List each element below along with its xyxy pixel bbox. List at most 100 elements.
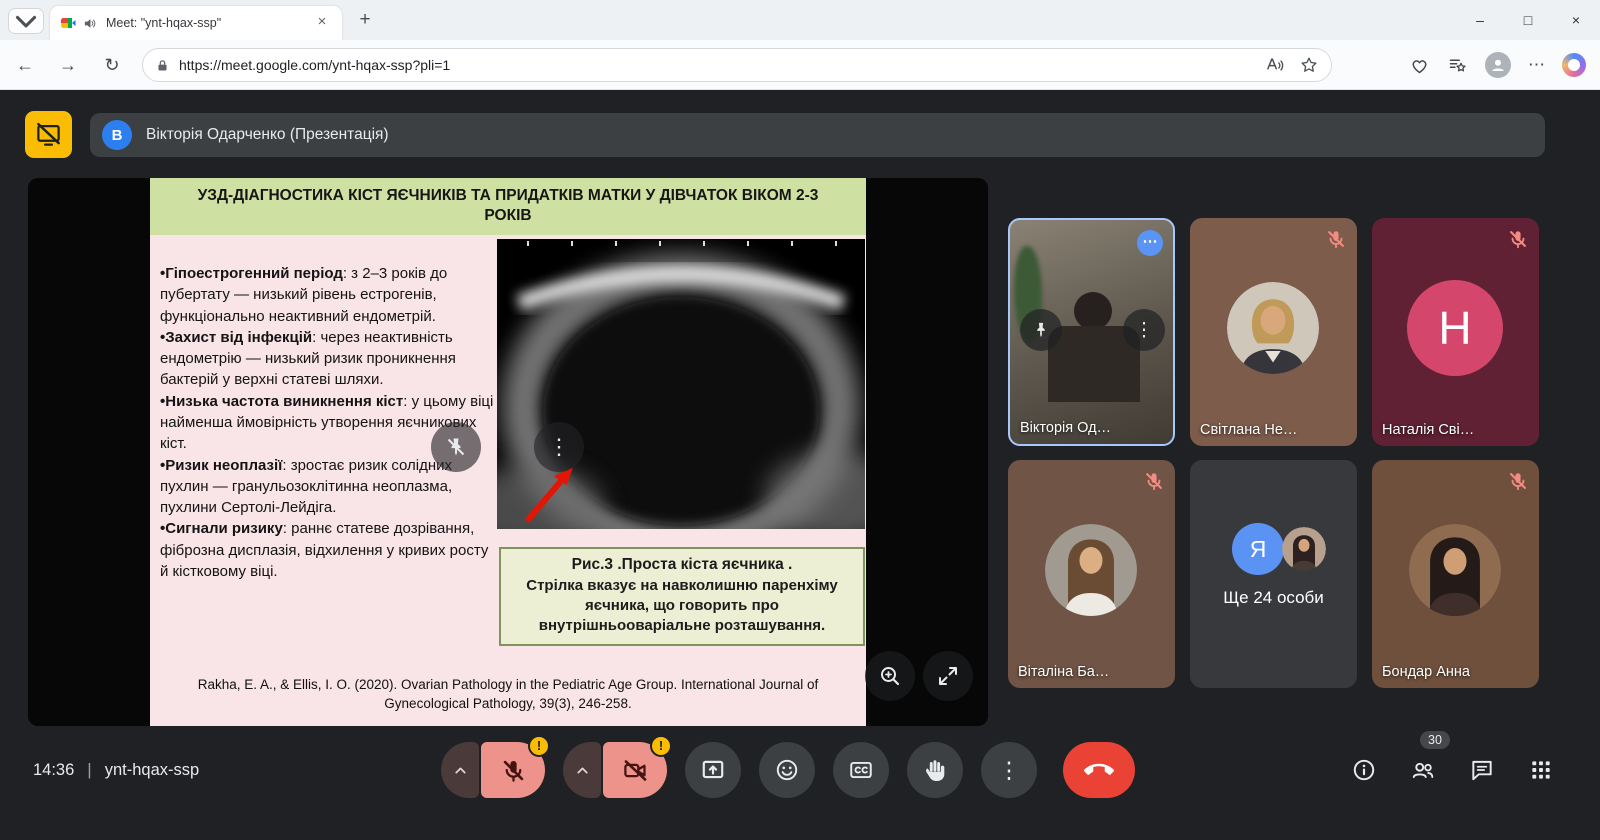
mic-control-group: ! <box>441 742 545 798</box>
presentation-more-button[interactable]: ⋮ <box>534 422 584 472</box>
window-close-button[interactable]: × <box>1552 0 1600 40</box>
browser-tab[interactable]: Meet: "ynt-hqax-ssp" × <box>50 6 342 40</box>
new-tab-button[interactable]: + <box>352 8 378 34</box>
browser-nav-bar: ← → ↻ https://meet.google.com/ynt-hqax-s… <box>0 40 1600 90</box>
mic-options-button[interactable] <box>441 742 479 798</box>
pin-participant-button[interactable] <box>1020 309 1062 351</box>
presenter-avatar: В <box>102 120 132 150</box>
tab-audio-icon[interactable] <box>83 16 98 31</box>
back-button[interactable]: ← <box>8 49 42 81</box>
mic-warning-badge: ! <box>528 735 550 757</box>
reactions-button[interactable] <box>759 742 815 798</box>
captions-button[interactable] <box>833 742 889 798</box>
forward-button[interactable]: → <box>51 49 85 81</box>
overflow-tile[interactable]: Я Ще 24 особи <box>1190 460 1357 688</box>
tab-search-button[interactable] <box>8 8 44 34</box>
browser-tab-bar: Meet: "ynt-hqax-ssp" × + – □ × <box>0 0 1600 40</box>
fullscreen-button[interactable] <box>923 651 973 701</box>
participant-name: Бондар Анна <box>1382 664 1470 680</box>
hand-icon <box>922 757 948 783</box>
call-controls: ! ! ⋮ <box>441 742 1135 798</box>
clock-time: 14:36 <box>33 761 74 780</box>
present-button[interactable] <box>685 742 741 798</box>
meet-favicon <box>60 15 76 31</box>
participant-video <box>1074 292 1112 330</box>
figure-caption: Рис.3 .Проста кіста яєчника . Стрілка вк… <box>499 547 865 646</box>
more-vertical-icon: ⋮ <box>1135 319 1154 342</box>
tab-close-button[interactable]: × <box>312 13 332 33</box>
cc-icon <box>848 757 874 783</box>
favorite-star-icon[interactable] <box>1299 55 1319 75</box>
meeting-info: 14:36 | ynt-hqax-ssp <box>33 730 199 810</box>
mic-mute-button[interactable]: ! <box>481 742 545 798</box>
raise-hand-button[interactable] <box>907 742 963 798</box>
active-speaker-badge[interactable]: ⋯ <box>1137 230 1163 256</box>
nav-right-icons: ⋯ <box>1409 40 1586 90</box>
camera-off-icon <box>622 757 649 784</box>
chat-panel-button[interactable] <box>1469 757 1495 783</box>
letter-avatar: Н <box>1407 280 1503 376</box>
lock-icon <box>155 58 170 73</box>
mic-off-icon <box>1507 228 1529 250</box>
url-text: https://meet.google.com/ynt-hqax-ssp?pli… <box>179 57 1251 73</box>
window-controls: – □ × <box>1456 0 1600 40</box>
meet-bottom-bar: 14:36 | ynt-hqax-ssp ! ! <box>0 730 1600 810</box>
end-call-button[interactable] <box>1063 742 1135 798</box>
address-bar[interactable]: https://meet.google.com/ynt-hqax-ssp?pli… <box>142 48 1332 82</box>
participant-name: Віталіна Ба… <box>1018 664 1109 680</box>
refresh-button[interactable]: ↻ <box>95 49 129 81</box>
participant-more-button[interactable]: ⋮ <box>1123 309 1165 351</box>
window-maximize-button[interactable]: □ <box>1504 0 1552 40</box>
participant-count-badge: 30 <box>1420 731 1450 749</box>
favorites-hub-icon[interactable] <box>1447 55 1468 76</box>
avatar <box>1045 524 1137 616</box>
participant-tile-viktoriia[interactable]: ⋯ ⋮ Вікторія Од… <box>1008 218 1175 446</box>
participant-tile-nataliia[interactable]: Н Наталія Сві… <box>1372 218 1539 446</box>
browser-menu-button[interactable]: ⋯ <box>1528 52 1545 78</box>
mini-avatar <box>1282 527 1326 571</box>
participant-name: Світлана Не… <box>1200 422 1297 438</box>
meet-page: В Вікторія Одарченко (Презентація) УЗД-Д… <box>0 90 1600 840</box>
window-minimize-button[interactable]: – <box>1456 0 1504 40</box>
unpin-presentation-button[interactable] <box>431 422 481 472</box>
participant-tile-svitlana[interactable]: Світлана Не… <box>1190 218 1357 446</box>
presenter-banner: В Вікторія Одарченко (Презентація) <box>90 113 1545 157</box>
mic-off-icon <box>500 757 527 784</box>
read-aloud-icon[interactable] <box>1265 55 1285 75</box>
mic-off-icon <box>1325 228 1347 250</box>
tab-title: Meet: "ynt-hqax-ssp" <box>106 16 312 30</box>
participant-tile-bondar[interactable]: Бондар Анна <box>1372 460 1539 688</box>
browser-essentials-icon[interactable] <box>1409 55 1430 76</box>
avatar <box>1227 282 1319 374</box>
meeting-details-button[interactable] <box>1351 757 1377 783</box>
participant-tile-vitalina[interactable]: Віталіна Ба… <box>1008 460 1175 688</box>
bullet-item: •Захист від інфекцій: через неактивність… <box>160 327 498 391</box>
more-vertical-icon: ⋮ <box>548 436 570 458</box>
meeting-panels: 30 <box>1351 730 1554 810</box>
presentation-stage[interactable]: УЗД-ДІАГНОСТИКА КІСТ ЯЄЧНИКІВ ТА ПРИДАТК… <box>28 178 988 726</box>
camera-mute-button[interactable]: ! <box>603 742 667 798</box>
activities-button[interactable] <box>1528 757 1554 783</box>
slide: УЗД-ДІАГНОСТИКА КІСТ ЯЄЧНИКІВ ТА ПРИДАТК… <box>150 178 866 726</box>
overflow-count-label: Ще 24 особи <box>1190 588 1357 608</box>
people-icon <box>1410 757 1436 783</box>
participant-name: Вікторія Од… <box>1020 420 1111 436</box>
slide-title: УЗД-ДІАГНОСТИКА КІСТ ЯЄЧНИКІВ ТА ПРИДАТК… <box>150 178 866 235</box>
bullet-item: •Сигнали ризику: раннє статеве дозріванн… <box>160 518 498 582</box>
more-vertical-icon: ⋮ <box>998 757 1021 784</box>
people-panel-button[interactable]: 30 <box>1410 757 1436 783</box>
apps-grid-icon <box>1528 757 1554 783</box>
zoom-in-button[interactable] <box>865 651 915 701</box>
copilot-icon[interactable] <box>1562 53 1586 77</box>
present-icon <box>700 757 726 783</box>
avatar <box>1409 524 1501 616</box>
more-options-button[interactable]: ⋮ <box>981 742 1037 798</box>
camera-options-button[interactable] <box>563 742 601 798</box>
profile-avatar[interactable] <box>1485 52 1511 78</box>
emoji-icon <box>774 757 800 783</box>
info-icon <box>1351 757 1377 783</box>
presentation-warning-tile[interactable] <box>25 111 72 158</box>
presentation-off-icon <box>35 121 62 148</box>
participant-name: Наталія Сві… <box>1382 422 1474 438</box>
bullet-item: •Гіпоестрогенний період: з 2–3 років до … <box>160 263 498 327</box>
